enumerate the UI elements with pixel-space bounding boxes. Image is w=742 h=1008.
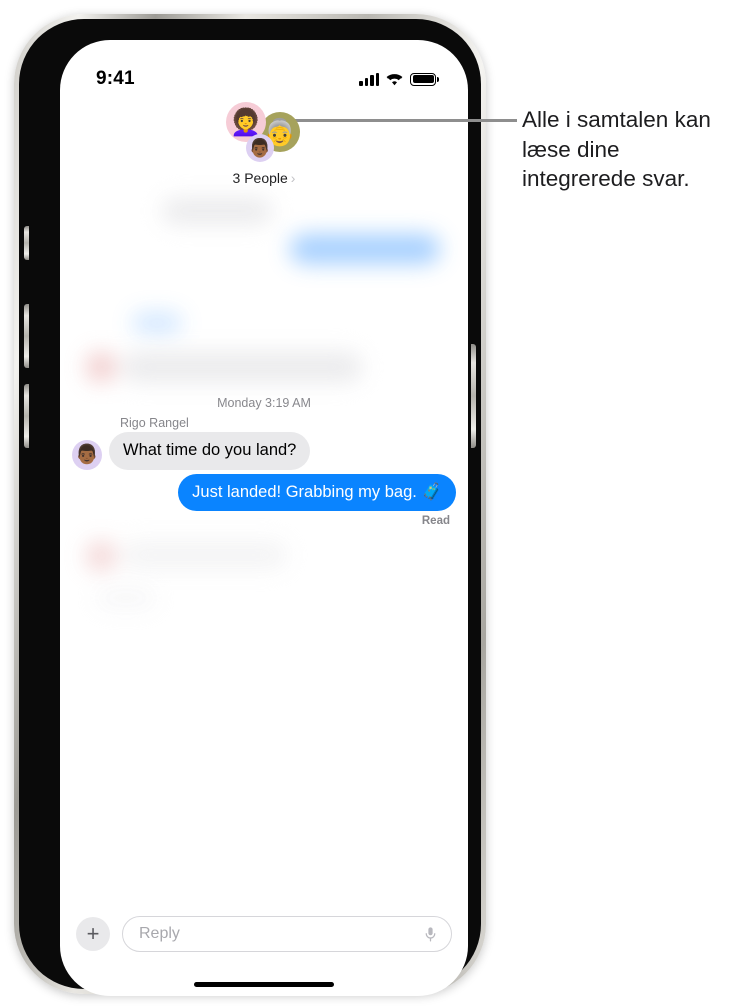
wifi-icon [386,73,403,85]
reply-input[interactable]: Reply [122,916,452,952]
outgoing-message-row[interactable]: Just landed! Grabbing my bag. 🧳 [72,473,461,512]
status-indicators [359,72,439,86]
obscured-message-row [72,587,456,610]
callout-text: Alle i samtalen kan læse dine integrered… [522,107,711,192]
memoji-lavender-avatar: 👨🏾 [72,439,102,470]
action-button[interactable] [24,226,29,260]
volume-up-button[interactable] [24,304,29,368]
power-button[interactable] [471,344,476,448]
reply-placeholder: Reply [139,925,180,942]
iphone-frame: 9:41 👩‍🦱 [14,14,486,996]
incoming-message-row[interactable]: 👨🏾 What time do you land? [72,432,456,470]
outgoing-message-bubble[interactable]: Just landed! Grabbing my bag. 🧳 [178,473,461,512]
obscured-message-row [72,198,456,224]
conversation-header[interactable]: 👩‍🦱 👵 👨🏾 3 People › [60,102,468,186]
screenshot-stage: 9:41 👩‍🦱 [0,0,742,1008]
memoji-lavender-avatar: 👨🏾 [246,134,274,162]
callout-leader-line [270,119,517,122]
sender-name: Rigo Rangel [120,416,189,430]
add-attachment-button[interactable]: + [76,917,110,951]
message-input-bar[interactable]: + Reply [60,916,468,952]
status-time: 9:41 [96,68,135,89]
message-thread[interactable]: Monday 3:19 AM Rigo Rangel 👨🏾 What time … [60,180,468,876]
obscured-message-row [72,541,456,572]
avatar-glyph: 👨🏾 [248,138,272,158]
incoming-message-bubble[interactable]: What time do you land? [103,432,311,470]
cellular-signal-icon [359,72,379,86]
avatar-glyph: 👨🏾 [75,444,99,466]
battery-full-icon [410,72,439,86]
home-indicator [194,982,334,987]
read-receipt: Read [421,515,450,528]
message-timestamp: Monday 3:19 AM [217,396,311,410]
avatar-glyph: 👩‍🦱 [229,107,263,137]
avatar-cluster[interactable]: 👩‍🦱 👵 👨🏾 [214,102,314,168]
phone-screen: 9:41 👩‍🦱 [60,40,468,996]
status-bar: 9:41 [60,40,468,102]
obscured-message-row [72,352,456,382]
obscured-message-row [72,312,456,334]
microphone-icon[interactable] [422,926,439,943]
volume-down-button[interactable] [24,384,29,448]
obscured-message-row [72,234,456,264]
